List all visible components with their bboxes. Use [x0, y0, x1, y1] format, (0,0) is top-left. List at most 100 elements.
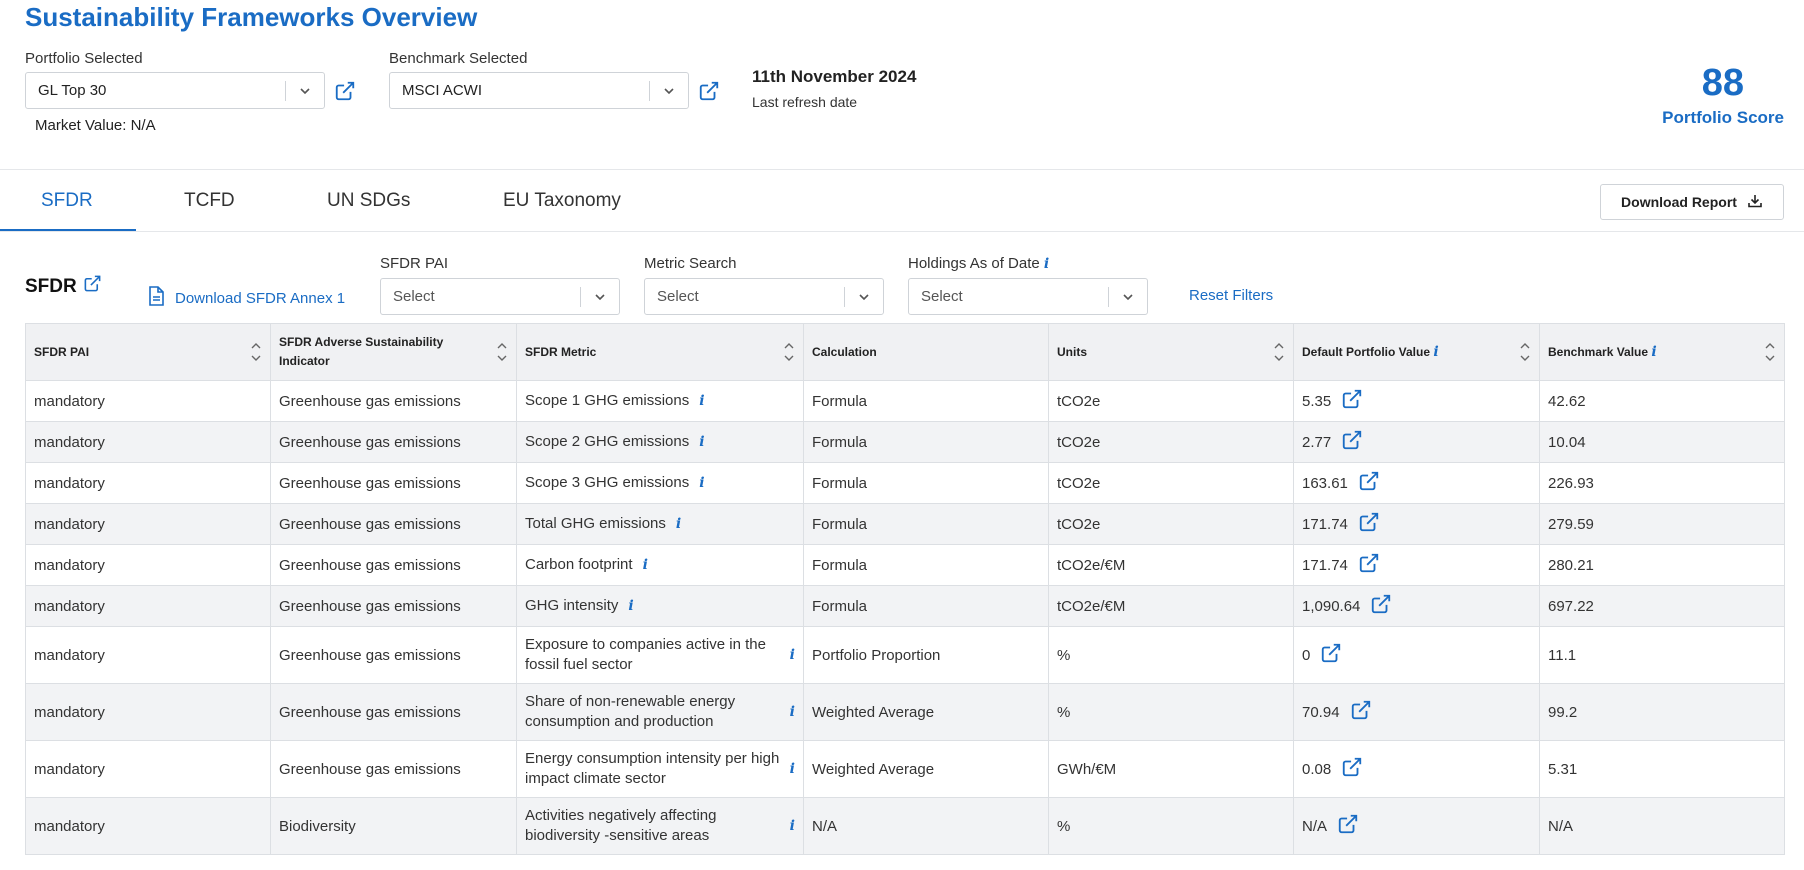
external-link-icon[interactable]: [1358, 552, 1380, 578]
cell-portfolio-value: 0: [1293, 626, 1540, 684]
download-report-button[interactable]: Download Report: [1600, 184, 1784, 220]
cell-portfolio-value: 171.74: [1293, 544, 1540, 586]
cell-calculation: Formula: [803, 421, 1049, 463]
download-annex-link[interactable]: Download SFDR Annex 1: [147, 286, 345, 310]
tab-sfdr[interactable]: SFDR: [41, 190, 93, 212]
cell-indicator: Greenhouse gas emissions: [270, 421, 517, 463]
portfolio-select[interactable]: GL Top 30: [25, 72, 325, 109]
external-link-icon[interactable]: [1341, 388, 1363, 414]
external-link-icon[interactable]: [1370, 593, 1392, 619]
chevron-down-icon[interactable]: [286, 84, 324, 98]
cell-indicator: Greenhouse gas emissions: [270, 380, 517, 422]
reset-filters-link[interactable]: Reset Filters: [1189, 287, 1273, 304]
external-link-icon[interactable]: [1350, 699, 1372, 725]
cell-calculation: Formula: [803, 585, 1049, 627]
info-icon[interactable]: i: [643, 555, 648, 575]
external-link-icon[interactable]: [1358, 511, 1380, 537]
column-header-label: Units: [1057, 344, 1087, 359]
sort-icon[interactable]: [1764, 340, 1776, 364]
tab-tcfd[interactable]: TCFD: [184, 190, 235, 212]
external-link-icon[interactable]: [1341, 429, 1363, 455]
info-icon[interactable]: i: [699, 432, 704, 452]
cell-units: tCO2e: [1048, 421, 1294, 463]
section-heading: SFDR: [25, 274, 102, 299]
tab-eu-taxonomy[interactable]: EU Taxonomy: [503, 190, 621, 212]
info-icon[interactable]: i: [790, 816, 795, 836]
cell-pai: mandatory: [25, 421, 271, 463]
chevron-down-icon[interactable]: [1109, 290, 1147, 304]
cell-calculation: Formula: [803, 380, 1049, 422]
metric-filter-select[interactable]: Select: [644, 278, 884, 315]
portfolio-value: 0: [1302, 646, 1311, 664]
info-icon[interactable]: i: [1651, 344, 1656, 360]
info-icon[interactable]: i: [790, 645, 795, 665]
cell-benchmark-value: N/A: [1539, 797, 1785, 855]
cell-benchmark-value: 279.59: [1539, 503, 1785, 545]
external-link-icon[interactable]: [333, 79, 357, 103]
external-link-icon[interactable]: [1320, 642, 1342, 668]
holdings-filter-placeholder: Select: [921, 288, 963, 305]
metric-text: Total GHG emissions: [525, 515, 666, 532]
cell-portfolio-value: 2.77: [1293, 421, 1540, 463]
download-report-label: Download Report: [1621, 194, 1737, 210]
column-header-metric[interactable]: SFDR Metric: [516, 323, 804, 381]
chevron-down-icon[interactable]: [581, 290, 619, 304]
pai-filter-placeholder: Select: [393, 288, 435, 305]
benchmark-select[interactable]: MSCI ACWI: [389, 72, 689, 109]
metric-text: Scope 2 GHG emissions: [525, 433, 690, 450]
holdings-filter-select[interactable]: Select: [908, 278, 1148, 315]
metric-text: Scope 3 GHG emissions: [525, 474, 690, 491]
column-header-pai[interactable]: SFDR PAI: [25, 323, 271, 381]
column-header-indicator[interactable]: SFDR Adverse Sustainability Indicator: [270, 323, 517, 381]
metric-text: Exposure to companies active in the foss…: [525, 636, 766, 673]
column-header-label: Benchmark Value: [1548, 344, 1649, 359]
cell-benchmark-value: 5.31: [1539, 740, 1785, 798]
table-row: mandatory Greenhouse gas emissions Total…: [25, 503, 1785, 545]
benchmark-select-value: MSCI ACWI: [402, 82, 483, 99]
info-icon[interactable]: i: [699, 391, 704, 411]
column-header-portfolio-value[interactable]: Default Portfolio Value i: [1293, 323, 1540, 381]
cell-calculation: Formula: [803, 503, 1049, 545]
chevron-down-icon[interactable]: [650, 84, 688, 98]
benchmark-label: Benchmark Selected: [389, 50, 528, 67]
portfolio-value: 1,090.64: [1302, 597, 1361, 615]
external-link-icon[interactable]: [697, 79, 721, 103]
info-icon[interactable]: i: [1433, 344, 1438, 360]
info-icon[interactable]: i: [628, 596, 633, 616]
info-icon[interactable]: i: [1044, 256, 1049, 272]
portfolio-value: 2.77: [1302, 433, 1332, 451]
info-icon[interactable]: i: [699, 473, 704, 493]
cell-portfolio-value: 171.74: [1293, 503, 1540, 545]
tab-un-sdgs[interactable]: UN SDGs: [327, 190, 410, 212]
sort-icon[interactable]: [250, 340, 262, 364]
column-header-benchmark-value[interactable]: Benchmark Value i: [1539, 323, 1785, 381]
portfolio-score-label: Portfolio Score: [1662, 108, 1784, 127]
info-icon[interactable]: i: [790, 702, 795, 722]
info-icon[interactable]: i: [790, 759, 795, 779]
column-header-units[interactable]: Units: [1048, 323, 1294, 381]
cell-calculation: Weighted Average: [803, 683, 1049, 741]
external-link-icon[interactable]: [83, 274, 102, 299]
cell-pai: mandatory: [25, 740, 271, 798]
pai-filter-label: SFDR PAI: [380, 255, 449, 272]
holdings-filter-label: Holdings As of Date i: [908, 255, 1049, 272]
cell-metric: Scope 2 GHG emissions i: [516, 421, 804, 463]
cell-metric: Carbon footprint i: [516, 544, 804, 586]
cell-metric: Scope 1 GHG emissions i: [516, 380, 804, 422]
cell-portfolio-value: 1,090.64: [1293, 585, 1540, 627]
portfolio-value: 5.35: [1302, 392, 1332, 410]
cell-portfolio-value: 70.94: [1293, 683, 1540, 741]
sort-icon[interactable]: [496, 340, 508, 364]
sort-icon[interactable]: [783, 340, 795, 364]
sort-icon[interactable]: [1273, 340, 1285, 364]
external-link-icon[interactable]: [1341, 756, 1363, 782]
chevron-down-icon[interactable]: [845, 290, 883, 304]
sort-icon[interactable]: [1519, 340, 1531, 364]
metric-text: Scope 1 GHG emissions: [525, 392, 690, 409]
cell-portfolio-value: 0.08: [1293, 740, 1540, 798]
external-link-icon[interactable]: [1358, 470, 1380, 496]
pai-filter-select[interactable]: Select: [380, 278, 620, 315]
external-link-icon[interactable]: [1337, 813, 1359, 839]
info-icon[interactable]: i: [676, 514, 681, 534]
table-row: mandatory Greenhouse gas emissions Scope…: [25, 380, 1785, 422]
